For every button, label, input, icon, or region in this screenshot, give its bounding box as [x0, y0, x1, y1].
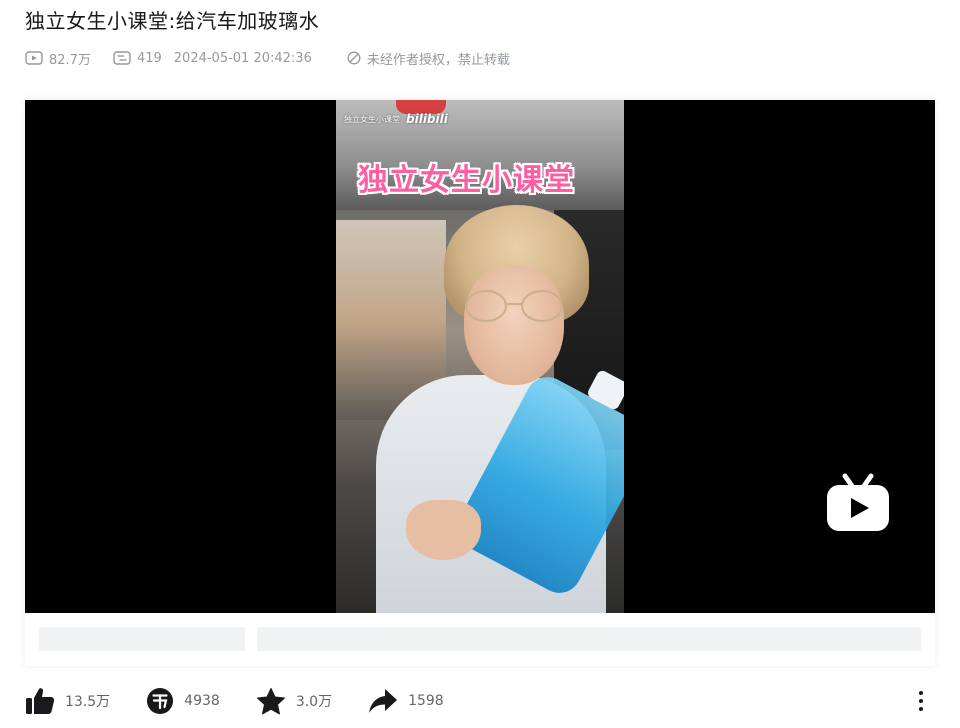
view-count-value: 82.7万 [49, 52, 91, 68]
share-button[interactable]: 1598 [368, 688, 444, 714]
player-sending-bar [25, 613, 935, 666]
share-count: 1598 [408, 693, 444, 709]
bilibili-logo: bilibili [406, 112, 448, 126]
like-button[interactable]: 13.5万 [25, 687, 110, 715]
video-player[interactable]: 独立女生小课堂 bilibili 独立女生小课堂 [25, 100, 935, 613]
danmaku-count: 419 [113, 50, 162, 66]
video-title: 独立女生小课堂:给汽车加玻璃水 [25, 9, 320, 33]
action-toolbar: 13.5万 4938 3.0万 1598 [25, 684, 480, 718]
coin-count: 4938 [184, 693, 220, 709]
publish-date: 2024-05-01 20:42:36 [173, 50, 312, 66]
copyright-text: 未经作者授权，禁止转载 [366, 52, 510, 68]
video-player-container: 独立女生小课堂 bilibili 独立女生小课堂 [25, 100, 935, 666]
more-vertical-icon[interactable] [912, 688, 930, 714]
video-meta: 82.7万 419 2024-05-01 20:42:36 未经作者授权，禁止转… [25, 48, 532, 68]
frame-channel-tag: 独立女生小课堂 bilibili [344, 112, 448, 126]
thumbs-up-icon [26, 688, 55, 714]
coin-icon [147, 688, 174, 714]
video-frame: 独立女生小课堂 bilibili 独立女生小课堂 [336, 100, 624, 613]
favorite-count: 3.0万 [295, 694, 333, 710]
danmaku-count-value: 419 [136, 50, 162, 66]
favorite-button[interactable]: 3.0万 [256, 687, 332, 715]
play-count-icon [25, 51, 43, 65]
frame-banner: 独立女生小课堂 [358, 163, 575, 198]
loading-placeholder-right [257, 627, 921, 651]
star-icon [256, 688, 285, 715]
bilibili-tv-icon [827, 473, 889, 531]
no-repost-icon [347, 51, 361, 65]
coin-button[interactable]: 4938 [146, 687, 220, 715]
share-arrow-icon [369, 689, 398, 713]
danmaku-icon [113, 51, 131, 65]
copyright-notice: 未经作者授权，禁止转载 [347, 49, 510, 68]
view-count: 82.7万 [25, 49, 91, 68]
like-count: 13.5万 [65, 694, 111, 710]
loading-placeholder-left [39, 627, 245, 651]
glasses [465, 290, 563, 322]
